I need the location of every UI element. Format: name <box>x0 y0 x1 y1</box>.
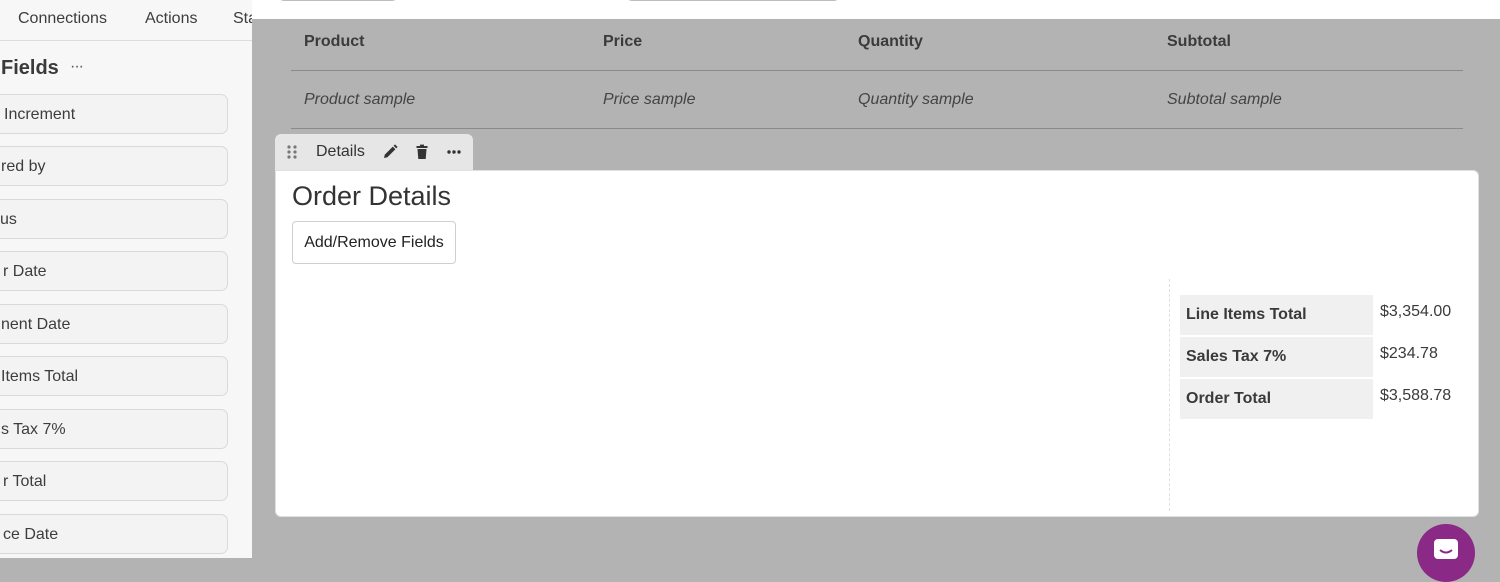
pencil-icon[interactable] <box>380 142 400 162</box>
table-header-price: Price <box>603 33 643 50</box>
summary-label: Sales Tax 7% <box>1186 348 1287 365</box>
table-cell-price: Price sample <box>603 91 696 108</box>
table-header-subtotal: Subtotal <box>1167 33 1231 50</box>
view-title: Order Details <box>292 181 452 211</box>
field-item-label: ce Date <box>3 526 59 543</box>
trash-icon[interactable] <box>412 142 432 162</box>
table-header-product: Product <box>304 33 365 50</box>
order-details-view: Order Details Add/Remove Fields Line Ite… <box>275 170 1479 517</box>
more-icon[interactable] <box>444 142 464 162</box>
cut-off-control[interactable] <box>278 0 398 1</box>
summary-label-cell: Order Total <box>1180 379 1373 419</box>
line-items-table: Product Price Quantity Subtotal Product … <box>252 19 1500 134</box>
tab-connections[interactable]: Connections <box>18 10 107 28</box>
field-item-label: Items Total <box>1 368 79 385</box>
summary-label-cell: Line Items Total <box>1180 295 1373 335</box>
fields-menu-button[interactable]: ··· <box>70 58 84 76</box>
add-remove-fields-button[interactable]: Add/Remove Fields <box>292 221 456 264</box>
tab-sta[interactable]: Sta <box>233 10 252 28</box>
view-label: Details <box>316 143 365 160</box>
summary-value: $3,588.78 <box>1380 387 1452 404</box>
table-header-divider <box>291 70 1463 71</box>
field-item-invoice-date[interactable]: ce Date <box>0 514 228 554</box>
field-item-label: r Date <box>3 263 47 280</box>
field-item-sales-tax[interactable]: s Tax 7% <box>0 409 228 449</box>
tab-actions[interactable]: Actions <box>145 10 197 28</box>
field-item-order-total[interactable]: r Total <box>0 461 228 501</box>
field-item-line-items-total[interactable]: Items Total <box>0 356 228 396</box>
field-item-label: r Total <box>3 473 47 490</box>
summary-row-sales-tax: Sales Tax 7% $234.78 <box>1180 337 1470 377</box>
summary-label-cell: Sales Tax 7% <box>1180 337 1373 377</box>
left-panel: Connections Actions Sta Fields ··· Incre… <box>0 0 252 558</box>
summary-value: $234.78 <box>1380 345 1438 362</box>
drag-handle-icon[interactable] <box>287 144 297 165</box>
field-item-label: us <box>0 211 17 228</box>
field-item-label: nent Date <box>1 316 71 333</box>
field-item-status[interactable]: us <box>0 199 228 239</box>
field-item-order-date[interactable]: r Date <box>0 251 228 291</box>
table-header-quantity: Quantity <box>858 33 923 50</box>
summary-value: $3,354.00 <box>1380 303 1452 320</box>
field-item-auto-increment[interactable]: Increment <box>0 94 228 134</box>
field-item-shipment-date[interactable]: nent Date <box>0 304 228 344</box>
cut-off-control[interactable] <box>626 0 840 1</box>
field-item-label: Increment <box>4 106 76 123</box>
table-cell-product: Product sample <box>304 91 416 108</box>
top-strip <box>252 0 1500 19</box>
column-divider <box>1169 279 1170 511</box>
table-cell-subtotal: Subtotal sample <box>1167 91 1282 108</box>
summary-label: Order Total <box>1186 390 1272 407</box>
view-toolbar: Details <box>275 134 473 171</box>
chat-icon <box>1434 539 1458 559</box>
field-item-label: red by <box>1 158 46 175</box>
summary-label: Line Items Total <box>1186 306 1307 323</box>
summary-row-line-items-total: Line Items Total $3,354.00 <box>1180 295 1470 335</box>
summary-row-order-total: Order Total $3,588.78 <box>1180 379 1470 419</box>
field-item-label: s Tax 7% <box>1 421 66 438</box>
field-item-entered-by[interactable]: red by <box>0 146 228 186</box>
table-cell-quantity: Quantity sample <box>858 91 974 108</box>
table-row-divider <box>291 128 1463 129</box>
chat-launcher-button[interactable] <box>1417 524 1475 582</box>
fields-section-title: Fields <box>1 57 59 79</box>
left-tab-bar: Connections Actions Sta <box>0 0 252 41</box>
